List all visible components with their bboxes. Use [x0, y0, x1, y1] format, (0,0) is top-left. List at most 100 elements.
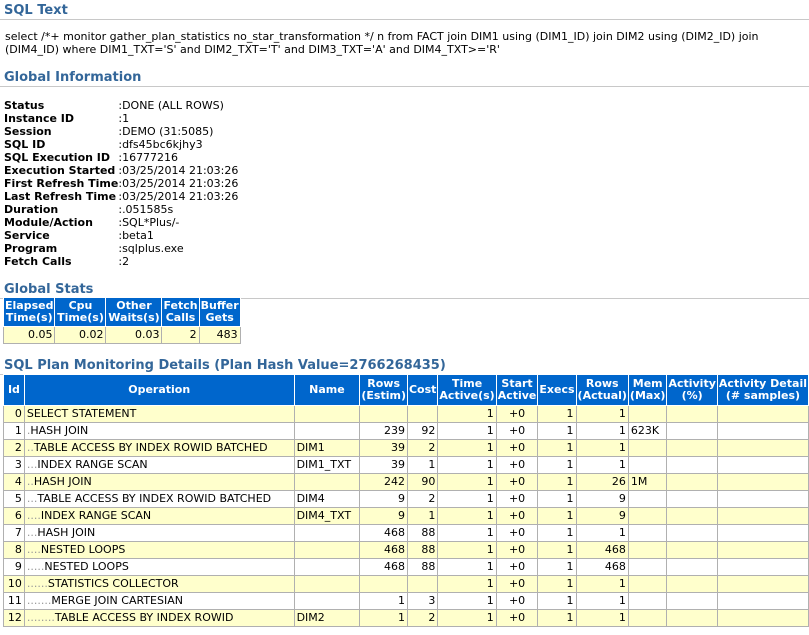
global-stats-header-label: Time(s) — [5, 311, 53, 324]
plan-cell-mem — [627, 524, 668, 542]
plan-header: Mem (Max) — [627, 374, 668, 406]
plan-cell-cost: 3 — [406, 592, 439, 610]
plan-cell-id: 9 — [3, 558, 25, 576]
global-stats-row: 0.05 0.02 0.03 2 483 — [2, 326, 241, 344]
plan-header: Operation — [23, 374, 295, 406]
global-info-key: Module/Action — [4, 216, 93, 229]
global-info-value: :16777216 — [118, 151, 179, 164]
global-info-row: Fetch Calls:2 — [4, 255, 238, 268]
plan-cell-execs: 1 — [537, 405, 577, 423]
plan-cell-activity — [666, 490, 718, 508]
global-info-value: :dfs45bc6kjhy3 — [118, 138, 203, 151]
plan-cell-detail — [716, 456, 809, 474]
plan-cell-execs: 1 — [537, 575, 577, 593]
plan-cell-op: ...HASH JOIN — [23, 524, 295, 542]
plan-cell-detail — [716, 507, 809, 525]
plan-operation-label: STATISTICS COLLECTOR — [47, 577, 179, 590]
plan-cell-rows-est: 1 — [359, 609, 408, 627]
plan-operation-label: INDEX RANGE SCAN — [37, 458, 148, 471]
plan-cell-rows-est — [359, 575, 408, 593]
plan-cell-id: 0 — [3, 405, 25, 423]
plan-operation-label: NESTED LOOPS — [40, 543, 126, 556]
plan-operation-label: MERGE JOIN CARTESIAN — [51, 594, 183, 607]
plan-operation-label: HASH JOIN — [37, 526, 96, 539]
plan-indent: ... — [26, 526, 38, 539]
plan-cell-start-active: +0 — [495, 558, 539, 576]
plan-cell-rows-act: 9 — [575, 490, 629, 508]
plan-cell-id: 2 — [3, 439, 25, 457]
plan-cell-time-active: 1 — [437, 405, 497, 423]
plan-cell-rows-est: 468 — [359, 541, 408, 559]
global-info-row: First Refresh Time:03/25/2014 21:03:26 — [4, 177, 238, 190]
plan-cell-detail — [716, 405, 809, 423]
global-info-key: Program — [4, 242, 58, 255]
plan-header: Activity (%) — [666, 374, 718, 406]
global-information-heading: Global Information — [0, 70, 809, 87]
plan-indent: ..... — [26, 560, 45, 573]
plan-cell-id: 8 — [3, 541, 25, 559]
global-info-row: Module/Action:SQL*Plus/- — [4, 216, 238, 229]
plan-cell-name: DIM1_TXT — [293, 456, 361, 474]
plan-row: 3 ...INDEX RANGE SCAN DIM1_TXT 39 1 1 +0 1 1 — [3, 456, 809, 474]
plan-cell-time-active: 1 — [437, 422, 497, 440]
plan-cell-time-active: 1 — [437, 541, 497, 559]
plan-cell-id: 11 — [3, 592, 25, 610]
plan-cell-rows-act: 468 — [575, 558, 629, 576]
plan-cell-start-active: +0 — [495, 575, 539, 593]
global-stats-header-label: Waits(s) — [108, 311, 160, 324]
plan-row: 11 .......MERGE JOIN CARTESIAN 1 3 1 +0 1 1 — [3, 592, 809, 610]
plan-cell-cost: 88 — [406, 558, 439, 576]
global-stats-table: Elapsed Time(s) Cpu Time(s) Other Waits(s) Fet… — [2, 297, 241, 344]
plan-cell-activity — [666, 439, 718, 457]
plan-cell-rows-est: 39 — [359, 439, 408, 457]
global-stats-value: 0.05 — [2, 326, 56, 344]
global-stats-value: 483 — [198, 326, 241, 344]
global-stats-header-label: Time(s) — [57, 311, 104, 324]
plan-cell-detail — [716, 524, 809, 542]
plan-row: 12 ........TABLE ACCESS BY INDEX ROWID DIM… — [3, 609, 809, 627]
plan-cell-rows-est: 468 — [359, 524, 408, 542]
plan-cell-activity — [666, 422, 718, 440]
plan-cell-mem — [627, 592, 668, 610]
plan-cell-time-active: 1 — [437, 609, 497, 627]
plan-cell-rows-est: 242 — [359, 473, 408, 491]
plan-cell-cost: 2 — [406, 609, 439, 627]
plan-cell-execs: 1 — [537, 456, 577, 474]
global-info-key: Status — [4, 99, 45, 112]
plan-cell-mem — [627, 405, 668, 423]
plan-cell-time-active: 1 — [437, 524, 497, 542]
global-stats-value: 0.03 — [105, 326, 163, 344]
plan-header: Time Active(s) — [437, 374, 497, 406]
plan-header: Start Active — [495, 374, 539, 406]
plan-cell-cost: 2 — [406, 490, 439, 508]
plan-cell-activity — [666, 575, 718, 593]
plan-cell-start-active: +0 — [495, 422, 539, 440]
plan-cell-start-active: +0 — [495, 405, 539, 423]
plan-cell-mem — [627, 439, 668, 457]
plan-cell-mem — [627, 456, 668, 474]
plan-cell-start-active: +0 — [495, 592, 539, 610]
plan-cell-execs: 1 — [537, 490, 577, 508]
global-stats-header: Cpu Time(s) — [54, 297, 107, 327]
plan-operation-label: TABLE ACCESS BY INDEX ROWID BATCHED — [33, 441, 268, 454]
plan-cell-name: DIM1 — [293, 439, 361, 457]
global-info-row: Program :sqlplus.exe — [4, 242, 238, 255]
global-info-value: :sqlplus.exe — [118, 242, 184, 255]
plan-cell-name: DIM4 — [293, 490, 361, 508]
plan-cell-start-active: +0 — [495, 439, 539, 457]
plan-header-label: Cost — [408, 383, 437, 396]
plan-cell-name — [293, 541, 361, 559]
plan-indent: ...... — [26, 577, 48, 590]
plan-cell-op: .HASH JOIN — [23, 422, 295, 440]
plan-cell-activity — [666, 609, 718, 627]
global-info-value: :.051585s — [118, 203, 174, 216]
plan-cell-rows-act: 1 — [575, 592, 629, 610]
plan-header-label: (Estim) — [361, 389, 406, 402]
plan-cell-activity — [666, 507, 718, 525]
plan-cell-cost: 90 — [406, 473, 439, 491]
plan-cell-id: 1 — [3, 422, 25, 440]
plan-cell-detail — [716, 575, 809, 593]
plan-cell-execs: 1 — [537, 609, 577, 627]
plan-cell-start-active: +0 — [495, 524, 539, 542]
plan-cell-time-active: 1 — [437, 575, 497, 593]
